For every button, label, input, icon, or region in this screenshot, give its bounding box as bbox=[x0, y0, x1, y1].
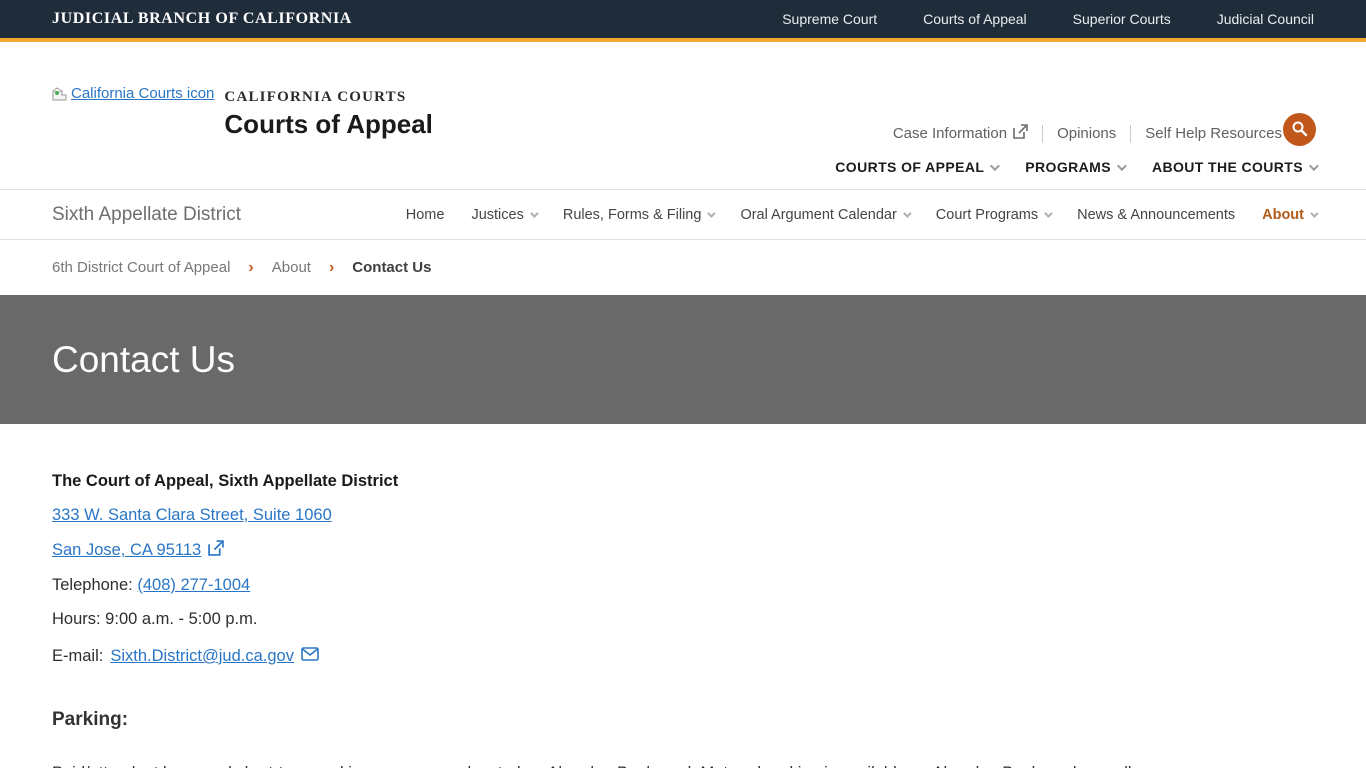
breadcrumb-separator-icon: › bbox=[329, 259, 334, 277]
envelope-icon bbox=[301, 647, 319, 666]
breadcrumb: 6th District Court of Appeal › About › C… bbox=[0, 240, 1366, 295]
district-nav-label: Justices bbox=[471, 207, 523, 223]
district-nav-label: Oral Argument Calendar bbox=[740, 207, 896, 223]
email-line: E-mail: Sixth.District@jud.ca.gov bbox=[52, 647, 1314, 666]
nav-courts-of-appeal[interactable]: COURTS OF APPEAL bbox=[835, 159, 997, 175]
chevron-down-icon bbox=[1310, 209, 1318, 217]
utility-divider bbox=[1130, 125, 1131, 143]
court-name: The Court of Appeal, Sixth Appellate Dis… bbox=[52, 472, 1314, 491]
search-button[interactable] bbox=[1283, 113, 1316, 146]
topbar-nav: Supreme Court Courts of Appeal Superior … bbox=[782, 11, 1314, 27]
brand-text: CALIFORNIA COURTS Courts of Appeal bbox=[224, 58, 432, 140]
chevron-down-icon bbox=[990, 161, 1000, 171]
email-label: E-mail: bbox=[52, 647, 103, 666]
chevron-down-icon bbox=[903, 209, 911, 217]
district-nav-label: Rules, Forms & Filing bbox=[563, 207, 702, 223]
page-hero: Contact Us bbox=[0, 295, 1366, 424]
topbar-link-courts-of-appeal[interactable]: Courts of Appeal bbox=[923, 11, 1027, 27]
telephone-line: Telephone: (408) 277-1004 bbox=[52, 576, 1314, 595]
nav-label: COURTS OF APPEAL bbox=[835, 159, 984, 175]
district-nav-court-programs[interactable]: Court Programs bbox=[936, 207, 1050, 223]
address-line-1: 333 W. Santa Clara Street, Suite 1060 bbox=[52, 506, 1314, 525]
hours-line: Hours: 9:00 a.m. - 5:00 p.m. bbox=[52, 610, 1314, 629]
telephone-label: Telephone: bbox=[52, 576, 133, 594]
district-nav-home[interactable]: Home bbox=[406, 207, 445, 223]
utility-link-self-help[interactable]: Self Help Resources bbox=[1145, 125, 1282, 142]
nav-label: ABOUT THE COURTS bbox=[1152, 159, 1303, 175]
topbar-link-judicial-council[interactable]: Judicial Council bbox=[1217, 11, 1314, 27]
judicial-branch-topbar: JUDICIAL BRANCH OF CALIFORNIA Supreme Co… bbox=[0, 0, 1366, 38]
breadcrumb-separator-icon: › bbox=[248, 259, 253, 277]
email-link[interactable]: Sixth.District@jud.ca.gov bbox=[110, 647, 294, 666]
site-title: Courts of Appeal bbox=[224, 109, 432, 140]
district-nav: Home Justices Rules, Forms & Filing Oral… bbox=[406, 207, 1316, 223]
chevron-down-icon bbox=[1309, 161, 1319, 171]
parking-paragraph: Paid/attendant long- and short-term park… bbox=[52, 761, 1314, 768]
external-link-icon bbox=[208, 540, 224, 561]
utility-divider bbox=[1042, 125, 1043, 143]
nav-label: PROGRAMS bbox=[1025, 159, 1111, 175]
external-link-icon bbox=[1013, 124, 1028, 143]
chevron-down-icon bbox=[1117, 161, 1127, 171]
telephone-link[interactable]: (408) 277-1004 bbox=[137, 576, 250, 594]
utility-link-opinions[interactable]: Opinions bbox=[1057, 125, 1116, 142]
broken-image-icon bbox=[52, 87, 69, 101]
chevron-down-icon bbox=[708, 209, 716, 217]
district-nav-oral-argument-calendar[interactable]: Oral Argument Calendar bbox=[740, 207, 908, 223]
brand-eyebrow: CALIFORNIA COURTS bbox=[224, 89, 432, 106]
nav-about-the-courts[interactable]: ABOUT THE COURTS bbox=[1152, 159, 1316, 175]
site-header: California Courts icon CALIFORNIA COURTS… bbox=[0, 42, 1366, 190]
page-title: Contact Us bbox=[52, 339, 235, 381]
district-name: Sixth Appellate District bbox=[52, 204, 241, 226]
logo-link[interactable]: California Courts icon bbox=[52, 85, 214, 102]
address-street-link[interactable]: 333 W. Santa Clara Street, Suite 1060 bbox=[52, 506, 332, 525]
district-nav-label: Court Programs bbox=[936, 207, 1038, 223]
chevron-down-icon bbox=[1044, 209, 1052, 217]
brand-block: California Courts icon CALIFORNIA COURTS… bbox=[52, 58, 433, 140]
address-line-2: San Jose, CA 95113 bbox=[52, 540, 1314, 561]
parking-heading: Parking: bbox=[52, 709, 1314, 731]
nav-programs[interactable]: PROGRAMS bbox=[1025, 159, 1124, 175]
breadcrumb-current: Contact Us bbox=[352, 259, 431, 276]
district-bar: Sixth Appellate District Home Justices R… bbox=[0, 190, 1366, 240]
address-city-link[interactable]: San Jose, CA 95113 bbox=[52, 541, 201, 560]
topbar-link-superior-courts[interactable]: Superior Courts bbox=[1073, 11, 1171, 27]
district-nav-justices[interactable]: Justices bbox=[471, 207, 535, 223]
district-nav-news-announcements[interactable]: News & Announcements bbox=[1077, 207, 1235, 223]
topbar-link-supreme-court[interactable]: Supreme Court bbox=[782, 11, 877, 27]
district-nav-rules-forms-filing[interactable]: Rules, Forms & Filing bbox=[563, 207, 714, 223]
utility-link-case-information[interactable]: Case Information bbox=[893, 124, 1028, 143]
logo-alt-text: California Courts icon bbox=[71, 85, 214, 102]
utility-nav: Case Information Opinions Self Help Reso… bbox=[893, 124, 1282, 143]
district-nav-label: About bbox=[1262, 207, 1304, 223]
utility-link-label: Case Information bbox=[893, 125, 1007, 142]
topbar-title: JUDICIAL BRANCH OF CALIFORNIA bbox=[52, 10, 352, 28]
breadcrumb-6th-district[interactable]: 6th District Court of Appeal bbox=[52, 259, 230, 276]
main-content: The Court of Appeal, Sixth Appellate Dis… bbox=[0, 424, 1366, 768]
primary-nav: COURTS OF APPEAL PROGRAMS ABOUT THE COUR… bbox=[835, 159, 1316, 175]
breadcrumb-about[interactable]: About bbox=[272, 259, 311, 276]
district-nav-about[interactable]: About bbox=[1262, 207, 1316, 223]
search-icon bbox=[1291, 120, 1308, 140]
chevron-down-icon bbox=[530, 209, 538, 217]
